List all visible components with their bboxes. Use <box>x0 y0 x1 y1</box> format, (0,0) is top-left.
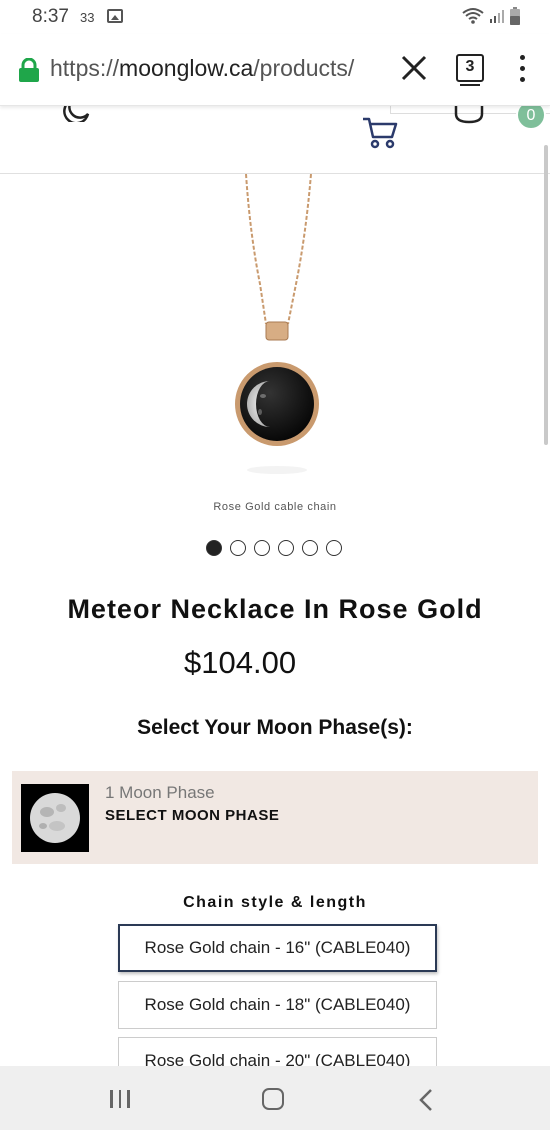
status-icons <box>462 7 520 25</box>
status-bar: 8:37 33 <box>0 0 550 34</box>
site-header: 0 <box>0 100 550 174</box>
system-nav-bar <box>0 1066 550 1130</box>
battery-icon <box>510 7 520 25</box>
select-moon-phase-button[interactable]: SELECT MOON PHASE <box>105 807 279 824</box>
phase-count-label: 1 Moon Phase <box>105 783 215 802</box>
signal-icon <box>490 10 504 23</box>
url-host: moonglow.ca <box>119 55 254 81</box>
cart-icon[interactable] <box>362 116 398 150</box>
carousel-dot-1[interactable] <box>206 540 222 556</box>
back-icon[interactable] <box>418 1088 434 1112</box>
status-time: 8:37 <box>32 6 69 27</box>
tabs-icon[interactable]: 3 <box>456 54 484 86</box>
carousel-dot-6[interactable] <box>326 540 342 556</box>
carousel-dot-3[interactable] <box>254 540 270 556</box>
more-vert-icon[interactable] <box>517 55 527 83</box>
moon-phase-heading: Select Your Moon Phase(s): <box>137 716 413 739</box>
chain-style-heading: Chain style & length <box>183 894 367 911</box>
notification-count: 33 <box>80 10 95 25</box>
browser-toolbar: https://moonglow.ca/products/ 3 <box>0 34 550 106</box>
image-caption: Rose Gold cable chain <box>213 501 337 513</box>
carousel-dot-5[interactable] <box>302 540 318 556</box>
product-image[interactable] <box>160 174 390 484</box>
product-price: $104.00 <box>184 645 297 680</box>
wifi-icon <box>462 8 484 24</box>
carousel-dots <box>206 540 342 556</box>
chain-option-16[interactable]: Rose Gold chain - 16" (CABLE040) <box>118 924 437 972</box>
recents-icon[interactable] <box>110 1090 130 1108</box>
close-icon[interactable] <box>398 52 430 84</box>
image-icon <box>107 9 123 23</box>
url-scheme: https:// <box>50 55 120 81</box>
url-bar[interactable]: https://moonglow.ca/products/ <box>50 55 385 82</box>
home-icon[interactable] <box>262 1088 284 1110</box>
account-icon[interactable] <box>453 106 485 126</box>
url-path: /products/ <box>253 55 355 81</box>
page-scrollbar[interactable] <box>544 145 548 445</box>
product-title: Meteor Necklace In Rose Gold <box>67 594 483 624</box>
carousel-dot-2[interactable] <box>230 540 246 556</box>
full-moon-thumbnail <box>21 784 89 852</box>
carousel-dot-4[interactable] <box>278 540 294 556</box>
lock-icon <box>19 58 39 82</box>
chain-option-18[interactable]: Rose Gold chain - 18" (CABLE040) <box>118 981 437 1029</box>
moon-phase-selector[interactable]: 1 Moon Phase SELECT MOON PHASE <box>12 771 538 864</box>
